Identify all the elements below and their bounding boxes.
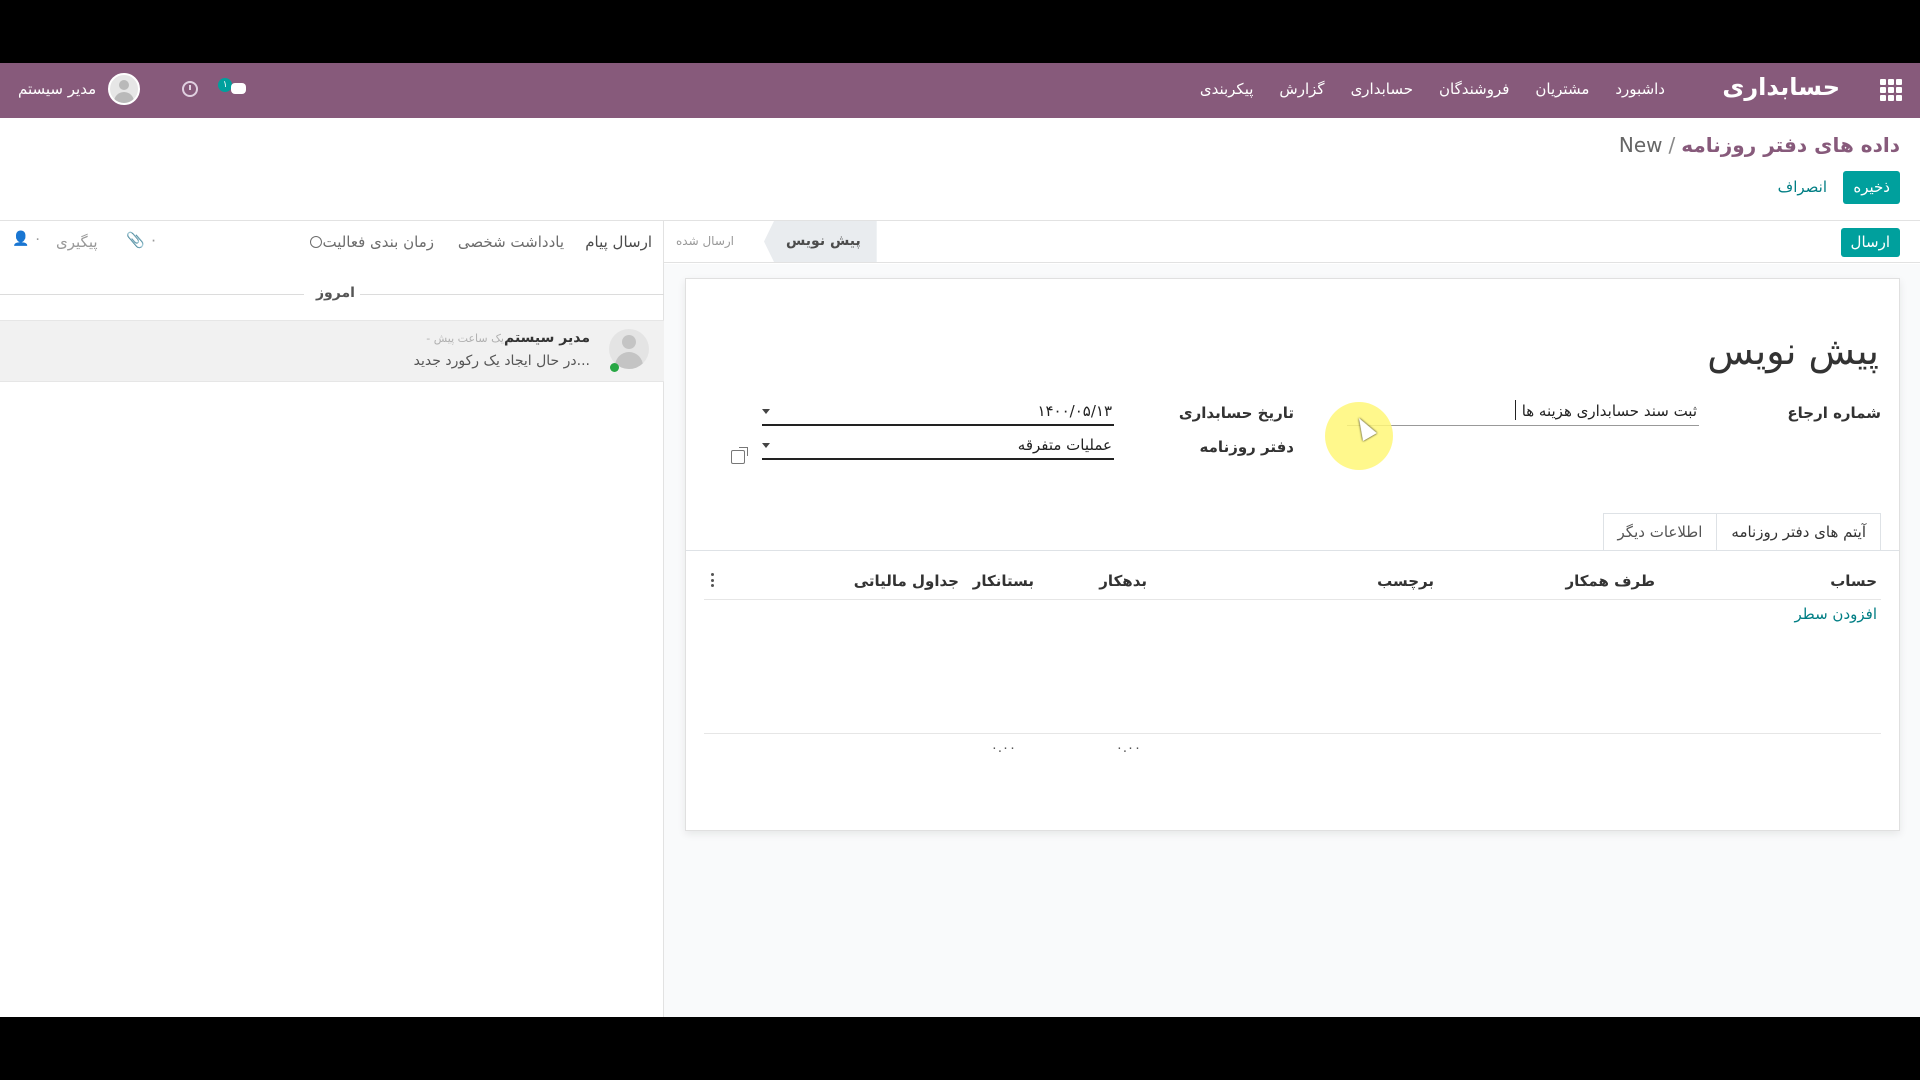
breadcrumb-parent[interactable]: داده های دفتر روزنامه	[1681, 133, 1900, 157]
breadcrumb: داده های دفتر روزنامه / New	[1619, 133, 1900, 157]
chatter-panel: ارسال پیام یادداشت شخصی زمان بندی فعالیت…	[0, 221, 664, 1017]
stage-posted[interactable]: ارسال شده	[676, 221, 734, 262]
date-separator-label: امروز	[316, 285, 355, 301]
clock-icon[interactable]	[182, 81, 199, 97]
log-note-button[interactable]: یادداشت شخصی	[458, 233, 564, 251]
form-statusbar: ارسال پیش نویس ارسال شده	[664, 221, 1920, 263]
table-header-divider	[704, 599, 1881, 600]
column-label[interactable]: برچسب	[1377, 572, 1434, 590]
tab-journal-items[interactable]: آیتم های دفتر روزنامه	[1716, 513, 1881, 551]
form-view: پیش نویس شماره ارجاع ثبت سند حسابداری هز…	[664, 264, 1920, 1017]
online-status-icon	[610, 363, 619, 372]
chevron-down-icon	[762, 443, 770, 448]
menu-item-vendors[interactable]: فروشندگان	[1439, 80, 1509, 98]
breadcrumb-separator: /	[1668, 133, 1676, 157]
stage-draft[interactable]: پیش نویس	[764, 221, 877, 262]
video-letterbox-top	[0, 0, 1920, 63]
follow-button[interactable]: پیگیری	[56, 233, 98, 251]
journal-select[interactable]: عملیات متفرقه	[762, 432, 1114, 460]
accounting-date-label: تاریخ حسابداری	[1178, 404, 1294, 422]
total-debit: ۰.۰۰	[1115, 741, 1141, 756]
journal-label: دفتر روزنامه	[1199, 438, 1294, 456]
menu-item-dashboard[interactable]: داشبورد	[1615, 80, 1665, 98]
chatter-topbar: ارسال پیام یادداشت شخصی زمان بندی فعالیت…	[0, 221, 664, 263]
reference-label: شماره ارجاع	[1787, 404, 1881, 422]
clock-icon	[310, 236, 323, 248]
text-cursor	[1514, 400, 1516, 420]
breadcrumb-current: New	[1618, 133, 1663, 157]
video-letterbox-bottom	[0, 1017, 1920, 1080]
followers-button[interactable]: 👤 ۰	[12, 231, 41, 247]
menu-item-customers[interactable]: مشتریان	[1535, 80, 1589, 98]
chat-icon[interactable]: ۱	[218, 78, 247, 98]
form-sheet: پیش نویس شماره ارجاع ثبت سند حسابداری هز…	[685, 278, 1900, 831]
menu-item-configuration[interactable]: پیکربندی	[1200, 80, 1254, 98]
app-brand[interactable]: حسابداری	[1722, 73, 1840, 101]
message-author[interactable]: مدیر سیستم	[504, 330, 590, 346]
message-time: - یک ساعت پیش	[426, 332, 504, 345]
user-avatar[interactable]	[108, 73, 141, 105]
tab-other-info[interactable]: اطلاعات دیگر	[1602, 513, 1718, 551]
navbar-systray: مدیر سیستم ۱	[18, 73, 247, 105]
total-credit: ۰.۰۰	[990, 741, 1016, 756]
notebook-tabs: آیتم های دفتر روزنامه اطلاعات دیگر	[1602, 513, 1881, 551]
date-separator: امروز	[0, 285, 664, 305]
column-account[interactable]: حساب	[1830, 572, 1877, 590]
main-menu: داشبورد مشتریان فروشندگان حسابداری گزارش…	[1200, 80, 1665, 98]
accounting-date-input[interactable]: ۱۴۰۰/۰۵/۱۳	[762, 398, 1114, 426]
click-highlight	[1325, 402, 1393, 470]
user-name[interactable]: مدیر سیستم	[18, 80, 96, 98]
chatter-message: مدیر سیستم - یک ساعت پیش در حال ایجاد یک…	[0, 320, 664, 382]
column-debit[interactable]: بدهکار	[1099, 572, 1147, 590]
apps-grid-icon[interactable]	[1880, 79, 1902, 101]
table-footer-divider	[704, 733, 1881, 734]
chat-badge: ۱	[218, 78, 233, 92]
attachment-button[interactable]: 📎 ۰	[126, 231, 158, 249]
menu-item-reporting[interactable]: گزارش	[1279, 80, 1324, 98]
column-credit[interactable]: بستانکار	[973, 572, 1034, 590]
optional-columns-icon[interactable]	[711, 573, 715, 587]
save-button[interactable]: ذخیره	[1843, 171, 1900, 204]
chevron-down-icon	[762, 409, 770, 414]
record-title: پیش نویس	[1707, 329, 1879, 373]
send-message-button[interactable]: ارسال پیام	[585, 233, 652, 251]
tabs-divider	[686, 550, 1899, 551]
schedule-activity-button[interactable]: زمان بندی فعالیت	[306, 233, 434, 251]
column-tax-grids[interactable]: جداول مالیاتی	[854, 572, 959, 590]
post-button[interactable]: ارسال	[1840, 228, 1900, 257]
message-body: در حال ایجاد یک رکورد جدید...	[413, 353, 590, 369]
external-link-icon[interactable]	[731, 447, 748, 464]
odoo-app: حسابداری داشبورد مشتریان فروشندگان حسابد…	[0, 63, 1920, 1017]
add-line-link[interactable]: افزودن سطر	[1795, 605, 1877, 623]
attachments-count: ۰	[149, 231, 158, 249]
column-partner[interactable]: طرف همکار	[1565, 572, 1655, 590]
main-navbar: حسابداری داشبورد مشتریان فروشندگان حسابد…	[0, 63, 1920, 118]
followers-count: ۰	[33, 231, 42, 247]
reference-input[interactable]: ثبت سند حسابداری هزینه ها	[1347, 398, 1699, 426]
schedule-activity-label: زمان بندی فعالیت	[322, 233, 434, 251]
discard-button[interactable]: انصراف	[1778, 171, 1827, 204]
menu-item-accounting[interactable]: حسابداری	[1351, 80, 1413, 98]
